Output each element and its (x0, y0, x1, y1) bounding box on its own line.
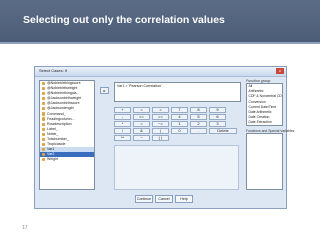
expression-input[interactable]: Var1 = 'Pearson Correlation' (114, 82, 241, 102)
variable-label: Weight (47, 157, 59, 162)
function-group-list[interactable]: All Arithmetic CDF & Noncentral CDF Convers… (246, 83, 283, 126)
calc-key[interactable]: < (133, 107, 150, 113)
calc-key[interactable]: 5 (190, 114, 207, 120)
calc-key[interactable]: 4 (171, 114, 188, 120)
variable-icon (41, 137, 45, 142)
variable-icon (41, 122, 45, 126)
close-button[interactable]: x (276, 68, 284, 74)
variable-icon (41, 112, 45, 116)
calculator-pad: + < >7 8 9 - <= >= 4 5 6 * = ~= 1 2 3 /& | 0. Delete ** ~( ) (114, 107, 239, 142)
calc-key[interactable]: >= (152, 114, 169, 120)
functions-list[interactable] (246, 133, 283, 190)
variable-label: Totalnumber_ (47, 137, 69, 142)
calc-key[interactable]: 3 (209, 121, 226, 127)
variable-label: Var1 (47, 147, 55, 152)
variable-label: Tropicaside (47, 142, 66, 147)
function-group-item[interactable]: CDF & Noncentral CDF (247, 94, 283, 99)
select-cases-dialog: Select Cases: If x @Noblebirthingscore @N… (34, 66, 295, 209)
calc-key[interactable]: ** (114, 135, 131, 141)
calc-key[interactable]: 0 (171, 128, 188, 134)
variable-label: Feadingcolumn... (47, 116, 75, 121)
dialog-title: Select Cases: If (39, 68, 68, 73)
calc-key[interactable]: Delete (209, 128, 237, 134)
calc-key[interactable]: + (114, 107, 131, 113)
variable-icon (41, 117, 45, 121)
variable-label: Command_ (47, 111, 66, 116)
calc-key[interactable]: 8 (190, 107, 207, 113)
variable-label: Rowdescription (47, 121, 72, 126)
variable-icon (41, 107, 45, 111)
variable-label: @Jacksonlength (47, 106, 74, 111)
variable-label: @Noblebirthweight (47, 86, 78, 91)
variable-icon (41, 148, 45, 152)
function-description-pane (114, 145, 239, 190)
variable-icon (41, 153, 45, 157)
calc-key[interactable]: 2 (190, 121, 207, 127)
variable-label: Var2 (47, 152, 55, 157)
calc-key[interactable]: . (190, 128, 207, 134)
calc-key[interactable]: | (152, 128, 169, 134)
variable-icon (41, 127, 45, 131)
variable-label: @Noblebirthingscore (47, 81, 81, 85)
variable-icon (41, 102, 45, 106)
calc-key[interactable]: * (114, 121, 131, 127)
variable-list[interactable]: @Noblebirthingscore @Noblebirthweight @Nob… (39, 80, 95, 190)
slide-header: Selecting out only the correlation value… (0, 0, 320, 44)
variable-label: @Jacksonbirthscore (47, 101, 80, 106)
variable-icon (41, 142, 45, 147)
variable-icon (41, 158, 45, 162)
variable-item[interactable]: Weight (40, 157, 94, 162)
calc-key[interactable]: = (133, 121, 150, 127)
calc-key[interactable]: 7 (171, 107, 188, 113)
move-variable-button[interactable]: ▸ (100, 87, 109, 94)
calc-key[interactable]: 6 (209, 114, 226, 120)
calc-key[interactable]: ( ) (152, 135, 169, 141)
calc-key[interactable]: / (114, 128, 131, 134)
calc-key[interactable]: <= (133, 114, 150, 120)
calc-key[interactable]: 9 (209, 107, 226, 113)
continue-button[interactable]: Continue (135, 195, 153, 203)
cancel-button[interactable]: Cancel (155, 195, 173, 203)
calc-key[interactable]: ~ (133, 135, 150, 141)
variable-icon (41, 86, 45, 91)
variable-label: @Jacksonbirthweight (47, 96, 82, 101)
variable-icon (41, 91, 45, 96)
variable-icon (41, 81, 45, 85)
header-divider (0, 42, 320, 44)
help-button[interactable]: Help (175, 195, 193, 203)
page-number: 17 (22, 225, 28, 231)
slide-title: Selecting out only the correlation value… (23, 14, 225, 26)
variable-label: Label_ (47, 126, 58, 131)
calc-key[interactable]: > (152, 107, 169, 113)
calc-key[interactable]: ~= (152, 121, 169, 127)
variable-icon (41, 97, 45, 101)
variable-label: @Noblebirthingcla... (47, 91, 80, 96)
variable-icon (41, 132, 45, 136)
calc-key[interactable]: - (114, 114, 131, 120)
dialog-titlebar: Select Cases: If x (35, 67, 286, 77)
variable-label: Noble_ (47, 131, 59, 136)
calc-key[interactable]: 1 (171, 121, 188, 127)
calc-key[interactable]: & (133, 128, 150, 134)
function-group-item[interactable]: Date Extraction (247, 120, 282, 125)
